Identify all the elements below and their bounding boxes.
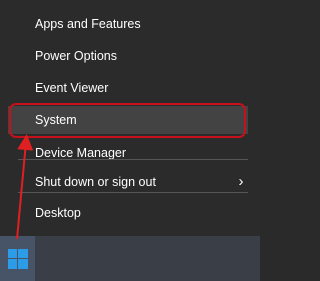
menu-item-power-options[interactable]: Power Options	[8, 42, 248, 70]
menu-divider	[18, 192, 248, 193]
windows-logo-icon	[8, 249, 28, 269]
menu-item-label: Event Viewer	[35, 81, 109, 95]
menu-item-event-viewer[interactable]: Event Viewer	[8, 74, 248, 102]
menu-item-device-manager[interactable]: Device Manager	[8, 139, 248, 167]
menu-item-label: Apps and Features	[35, 17, 141, 31]
menu-divider	[18, 159, 248, 160]
winx-context-menu: Apps and Features Power Options Event Vi…	[0, 0, 260, 236]
menu-item-desktop[interactable]: Desktop	[8, 199, 248, 227]
menu-item-label: Power Options	[35, 49, 117, 63]
menu-item-label: Shut down or sign out	[35, 175, 156, 189]
highlight-box	[9, 103, 246, 138]
menu-item-label: Device Manager	[35, 146, 127, 160]
start-button[interactable]	[0, 236, 35, 281]
menu-item-label: Desktop	[35, 206, 81, 220]
menu-item-apps-and-features[interactable]: Apps and Features	[8, 10, 248, 38]
taskbar	[0, 236, 260, 281]
screenshot: Apps and Features Power Options Event Vi…	[0, 0, 260, 281]
